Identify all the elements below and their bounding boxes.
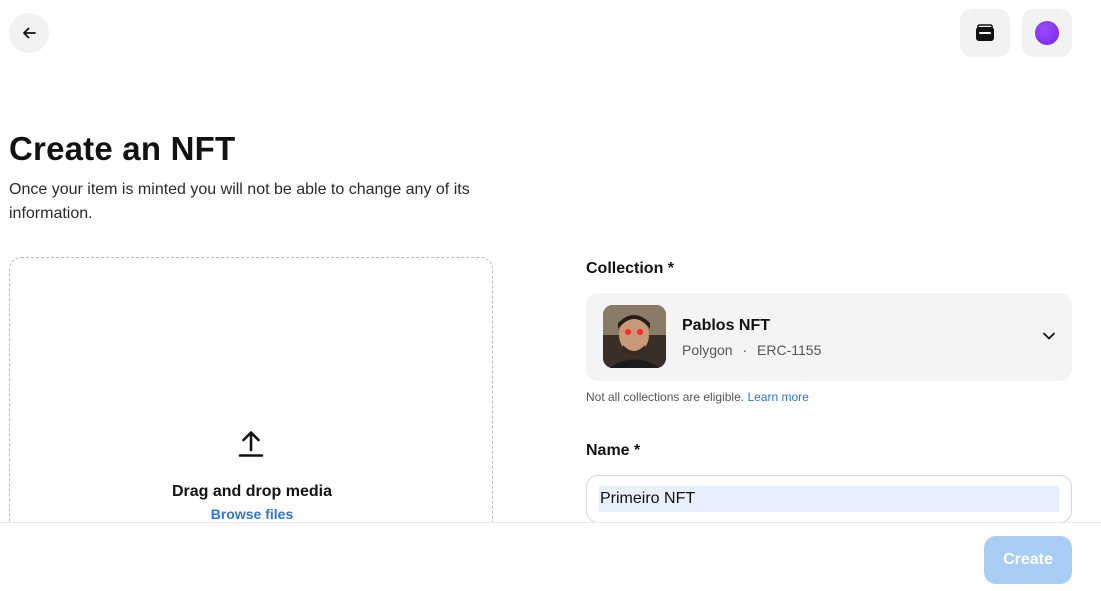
- name-input[interactable]: Primeiro NFT: [586, 475, 1072, 523]
- dropzone-title: Drag and drop media: [171, 483, 333, 500]
- profile-button[interactable]: [1022, 9, 1072, 57]
- wallet-icon: [976, 24, 994, 41]
- collection-meta: Polygon · ERC-1155: [682, 342, 821, 358]
- create-button[interactable]: Create: [984, 536, 1072, 584]
- back-button[interactable]: [9, 13, 49, 53]
- chevron-down-icon: [1043, 332, 1055, 340]
- meta-separator: ·: [742, 342, 748, 358]
- collection-standard: ERC-1155: [757, 342, 822, 358]
- collection-select[interactable]: Pablos NFT Polygon · ERC-1155: [586, 293, 1072, 381]
- arrow-left-icon: [23, 27, 36, 39]
- collection-avatar: [603, 305, 666, 368]
- eligibility-note: Not all collections are eligible. Learn …: [586, 390, 809, 404]
- collection-label: Collection *: [586, 260, 675, 277]
- avatar: [1035, 21, 1059, 45]
- wallet-button[interactable]: [960, 9, 1010, 57]
- collection-name: Pablos NFT: [682, 317, 771, 334]
- browse-files-link[interactable]: Browse files: [9, 506, 495, 522]
- upload-icon: [238, 431, 264, 457]
- create-nft-page: Create an NFT Once your item is minted y…: [0, 0, 1101, 591]
- page-title: Create an NFT: [9, 130, 236, 167]
- name-label: Name *: [586, 442, 641, 459]
- page-subtitle: Once your item is minted you will not be…: [9, 181, 470, 222]
- name-input-value[interactable]: Primeiro NFT: [599, 486, 1059, 512]
- eligibility-note-text: Not all collections are eligible.: [586, 390, 745, 404]
- collection-chain: Polygon: [682, 342, 733, 358]
- learn-more-link[interactable]: Learn more: [747, 390, 808, 404]
- footer-bar: Create: [0, 522, 1101, 591]
- collection-avatar-image: [603, 305, 666, 368]
